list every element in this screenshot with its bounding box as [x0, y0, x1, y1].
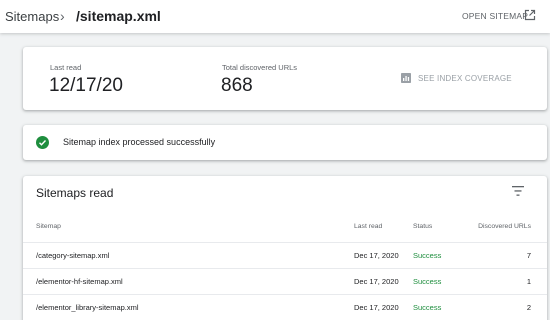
sitemaps-read-card: Sitemaps read Sitemap Last read Status D…: [23, 176, 547, 320]
row-status: Success: [413, 277, 442, 286]
column-header-last-read[interactable]: Last read: [354, 223, 382, 230]
row-sitemap: /elementor-hf-sitemap.xml: [36, 277, 123, 286]
breadcrumb-separator: ›: [60, 8, 65, 24]
column-header-discovered-urls[interactable]: Discovered URLs: [478, 223, 531, 230]
column-header-sitemap[interactable]: Sitemap: [36, 223, 61, 230]
bar-chart-icon: [401, 73, 411, 83]
table-title: Sitemaps read: [36, 186, 114, 200]
last-read-label: Last read: [50, 63, 82, 72]
filter-icon[interactable]: [512, 186, 524, 196]
page-title: /sitemap.xml: [76, 8, 161, 24]
row-sitemap: /category-sitemap.xml: [36, 251, 110, 260]
table-row[interactable]: /category-sitemap.xml Dec 17, 2020 Succe…: [23, 242, 547, 268]
stats-card: Last read 12/17/20 Total discovered URLs…: [23, 47, 547, 110]
row-status: Success: [413, 251, 442, 260]
column-header-status[interactable]: Status: [413, 223, 432, 230]
see-index-coverage-button[interactable]: SEE INDEX COVERAGE: [418, 74, 512, 83]
total-urls-label: Total discovered URLs: [222, 63, 298, 72]
breadcrumb-sitemaps[interactable]: Sitemaps: [5, 9, 59, 24]
row-status: Success: [413, 303, 442, 312]
top-bar: Sitemaps › /sitemap.xml OPEN SITEMAP: [0, 0, 550, 33]
status-card: Sitemap index processed successfully: [23, 125, 547, 160]
last-read-value: 12/17/20: [49, 75, 123, 96]
row-last-read: Dec 17, 2020: [354, 303, 399, 312]
row-discovered-urls: 2: [526, 303, 531, 312]
check-circle-icon: [36, 136, 49, 149]
table-row[interactable]: /elementor-hf-sitemap.xml Dec 17, 2020 S…: [23, 268, 547, 294]
row-discovered-urls: 7: [526, 251, 531, 260]
status-message: Sitemap index processed successfully: [63, 137, 216, 147]
row-last-read: Dec 17, 2020: [354, 251, 399, 260]
row-discovered-urls: 1: [526, 277, 531, 286]
row-last-read: Dec 17, 2020: [354, 277, 399, 286]
open-sitemap-button[interactable]: OPEN SITEMAP: [462, 11, 528, 21]
total-urls-value: 868: [221, 75, 253, 96]
row-sitemap: /elementor_library-sitemap.xml: [36, 303, 139, 312]
open-in-new-icon[interactable]: [524, 9, 536, 21]
table-row[interactable]: /elementor_library-sitemap.xml Dec 17, 2…: [23, 294, 547, 320]
